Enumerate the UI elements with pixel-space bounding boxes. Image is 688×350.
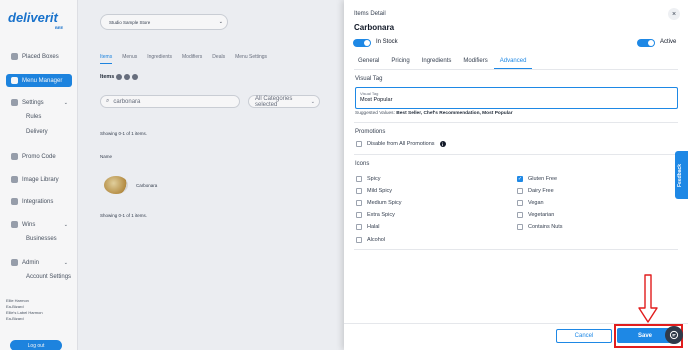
icon-option-spicy[interactable]: Spicy (356, 176, 380, 182)
visual-tag-field[interactable]: Visual Tag Most Popular (355, 87, 678, 109)
icon-option-vegetarian[interactable]: Vegetarian (517, 212, 554, 218)
visual-tag-value: Most Popular (360, 97, 393, 103)
active-label: Active (660, 39, 677, 45)
suggested-values: Suggested Values: Best Seller, Chef's Re… (355, 111, 513, 116)
icon-option-dairy-free[interactable]: Dairy Free (517, 188, 554, 194)
tab-advanced[interactable]: Advanced (493, 58, 533, 69)
tab-ingredients[interactable]: Ingredients (416, 58, 458, 69)
icon-option-mild-spicy[interactable]: Mild Spicy (356, 188, 392, 194)
promotions-heading: Promotions (355, 129, 386, 135)
icon-option-alcohol[interactable]: Alcohol (356, 237, 385, 243)
divider (354, 249, 678, 250)
tab-pricing[interactable]: Pricing (385, 58, 415, 69)
drawer-title: Items Detail (354, 11, 386, 17)
icon-option-gluten-free[interactable]: ✓ Gluten Free (517, 176, 557, 182)
icons-heading: Icons (355, 161, 370, 167)
feedback-tab[interactable]: Feedback (675, 151, 688, 199)
active-toggle[interactable] (637, 39, 655, 47)
checkbox[interactable] (356, 141, 362, 147)
icon-option-extra-spicy[interactable]: Extra Spicy (356, 212, 395, 218)
divider (354, 69, 678, 70)
icon-option-vegan[interactable]: Vegan (517, 200, 544, 206)
visual-tag-field-label: Visual Tag (360, 91, 379, 96)
icon-option-contains-nuts[interactable]: Contains Nuts (517, 224, 563, 230)
in-stock-toggle[interactable] (353, 39, 371, 47)
visual-tag-heading: Visual Tag (355, 76, 383, 82)
chat-button[interactable] (665, 326, 683, 344)
chat-icon (669, 330, 679, 340)
in-stock-label: In Stock (376, 39, 398, 45)
close-button[interactable]: × (668, 8, 680, 20)
info-icon[interactable]: i (439, 141, 446, 147)
divider (354, 154, 678, 155)
close-icon: × (671, 10, 677, 18)
divider (354, 122, 678, 123)
icon-option-medium-spicy[interactable]: Medium Spicy (356, 200, 402, 206)
disable-promotions-checkbox[interactable]: Disable from All Promotions i (356, 141, 446, 147)
tab-modifiers[interactable]: Modifiers (457, 58, 493, 69)
icon-option-halal[interactable]: Halal (356, 224, 380, 230)
tab-general[interactable]: General (354, 58, 385, 69)
item-name: Carbonara (354, 23, 395, 32)
check-icon[interactable]: ✓ (517, 176, 523, 182)
down-arrow-annotation (638, 274, 658, 323)
cancel-button[interactable]: Cancel (556, 329, 612, 343)
detail-tabs: General Pricing Ingredients Modifiers Ad… (354, 58, 533, 69)
